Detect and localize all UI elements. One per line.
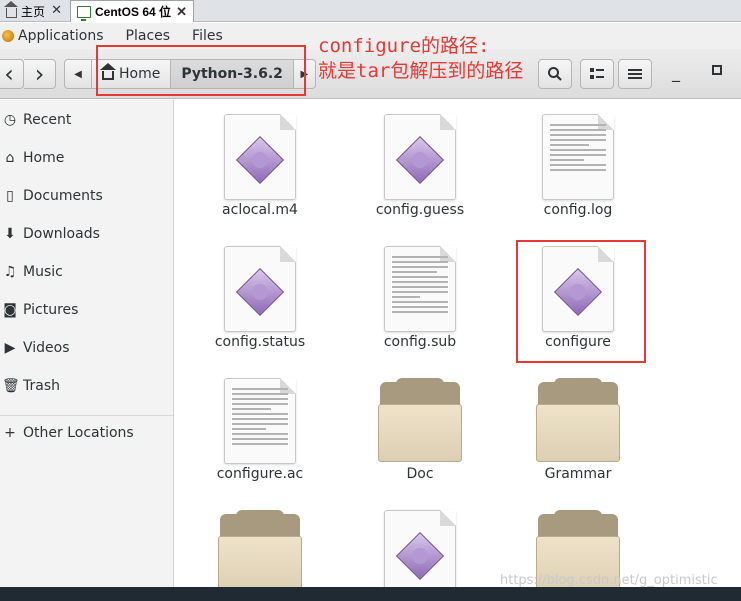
files-menu[interactable]: Files bbox=[192, 28, 223, 44]
annotation-text: configure的路径: 就是tar包解压到的路径 bbox=[318, 34, 523, 84]
sidebar-item-home[interactable]: ⌂ Home bbox=[0, 144, 173, 172]
folder-item[interactable]: Doc bbox=[355, 378, 485, 482]
music-icon: ♫ bbox=[3, 264, 17, 280]
file-item[interactable]: config.status bbox=[195, 246, 325, 350]
script-file-icon bbox=[384, 114, 456, 200]
triangle-left-icon: ◀ bbox=[74, 68, 82, 80]
sidebar-item-downloads[interactable]: ⬇ Downloads bbox=[0, 220, 173, 248]
list-view-icon bbox=[590, 68, 604, 79]
script-file-icon bbox=[224, 114, 296, 200]
file-item[interactable] bbox=[355, 510, 485, 596]
forward-button[interactable]: › bbox=[24, 59, 56, 89]
file-item[interactable]: config.sub bbox=[355, 246, 485, 350]
sidebar-item-music[interactable]: ♫ Music bbox=[0, 258, 173, 286]
sidebar-item-recent[interactable]: ◷ Recent bbox=[0, 106, 173, 134]
minimize-icon: _ bbox=[672, 63, 680, 82]
file-name: config.log bbox=[543, 202, 613, 218]
search-button[interactable] bbox=[538, 59, 572, 89]
home-icon: ⌂ bbox=[5, 150, 15, 166]
text-file-icon bbox=[384, 246, 456, 332]
document-icon: ▯ bbox=[6, 188, 14, 204]
sidebar-item-label: Trash bbox=[23, 378, 60, 394]
plus-icon: + bbox=[4, 425, 16, 441]
folder-name: Doc bbox=[406, 466, 434, 482]
clock-icon: ◷ bbox=[3, 112, 17, 128]
back-button[interactable]: ‹ bbox=[0, 59, 24, 89]
sidebar: ◷ Recent ⌂ Home ▯ Documents ⬇ Downloads … bbox=[0, 100, 174, 587]
file-name: config.status bbox=[214, 334, 306, 350]
menu-button[interactable] bbox=[618, 59, 652, 89]
annotation-box-path bbox=[96, 45, 306, 96]
maximize-button[interactable] bbox=[712, 65, 722, 75]
path-scroll-left-button[interactable]: ◀ bbox=[64, 59, 92, 89]
file-grid: aclocal.m4 config.guess config.log confi… bbox=[175, 100, 741, 596]
close-icon[interactable]: ✕ bbox=[51, 3, 62, 18]
file-name: aclocal.m4 bbox=[222, 202, 298, 218]
sidebar-item-other-locations[interactable]: + Other Locations bbox=[0, 419, 173, 447]
view-toggle-button[interactable] bbox=[580, 59, 614, 89]
sidebar-item-videos[interactable]: ▶ Videos bbox=[0, 334, 173, 362]
annotation-box-configure bbox=[516, 240, 646, 363]
folder-icon bbox=[536, 378, 620, 462]
vm-tab-label: CentOS 64 位 bbox=[95, 5, 172, 19]
file-item[interactable]: config.guess bbox=[355, 114, 485, 218]
file-name: configure.ac bbox=[216, 466, 304, 482]
places-menu[interactable]: Places bbox=[126, 28, 171, 44]
minimize-button[interactable]: _ bbox=[672, 63, 680, 82]
annotation-line-2: 就是tar包解压到的路径 bbox=[318, 60, 524, 82]
sidebar-item-label: Music bbox=[23, 264, 63, 280]
sidebar-item-documents[interactable]: ▯ Documents bbox=[0, 182, 173, 210]
vm-tab-label: 主页 bbox=[21, 4, 46, 19]
file-item[interactable]: aclocal.m4 bbox=[195, 114, 325, 218]
sidebar-item-label: Downloads bbox=[23, 226, 100, 242]
text-file-icon bbox=[542, 114, 614, 200]
annotation-line-1: configure的路径: bbox=[318, 35, 490, 57]
sidebar-item-label: Videos bbox=[23, 340, 70, 356]
sidebar-item-label: Recent bbox=[23, 112, 72, 128]
sidebar-item-trash[interactable]: 🗑︎ Trash bbox=[0, 372, 173, 400]
chevron-right-icon: › bbox=[34, 60, 45, 88]
watermark-text: https://blog.csdn.net/g_optimistic bbox=[500, 573, 718, 588]
vm-tab-home[interactable]: 主页 ✕ bbox=[0, 0, 68, 22]
search-icon bbox=[548, 67, 562, 81]
places-label: Places bbox=[125, 28, 171, 44]
sidebar-divider bbox=[0, 415, 173, 416]
file-item[interactable]: config.log bbox=[513, 114, 643, 218]
camera-icon: ◙ bbox=[3, 302, 17, 318]
script-file-icon bbox=[224, 246, 296, 332]
video-icon: ▶ bbox=[4, 340, 16, 356]
sidebar-item-label: Pictures bbox=[23, 302, 79, 318]
host-taskbar-strip bbox=[0, 587, 741, 601]
file-item[interactable]: configure.ac bbox=[195, 378, 325, 482]
applications-menu[interactable]: Applications bbox=[0, 28, 104, 44]
vm-icon bbox=[77, 5, 91, 21]
file-name: config.guess bbox=[375, 202, 465, 218]
folder-name: Grammar bbox=[544, 466, 612, 482]
folder-icon bbox=[218, 510, 302, 594]
sidebar-item-label: Home bbox=[23, 150, 65, 166]
sidebar-item-pictures[interactable]: ◙ Pictures bbox=[0, 296, 173, 324]
file-name: config.sub bbox=[383, 334, 457, 350]
sidebar-item-label: Documents bbox=[23, 188, 103, 204]
folder-item[interactable]: Grammar bbox=[513, 378, 643, 482]
trash-icon: 🗑︎ bbox=[2, 378, 20, 394]
script-file-icon bbox=[384, 510, 456, 596]
hamburger-icon bbox=[628, 69, 642, 79]
applications-icon bbox=[2, 30, 14, 42]
folder-item[interactable] bbox=[195, 510, 325, 594]
files-label: Files bbox=[192, 28, 223, 44]
vm-tab-centos[interactable]: CentOS 64 位 ✕ bbox=[70, 0, 194, 22]
applications-label: Applications bbox=[18, 28, 104, 44]
close-icon[interactable]: ✕ bbox=[176, 4, 187, 20]
sidebar-item-label: Other Locations bbox=[23, 425, 134, 441]
download-icon: ⬇ bbox=[4, 226, 16, 242]
text-file-icon bbox=[224, 378, 296, 464]
home-icon bbox=[4, 1, 18, 18]
chevron-left-icon: ‹ bbox=[4, 60, 14, 88]
folder-icon bbox=[378, 378, 462, 462]
vm-tab-strip: 主页 ✕ CentOS 64 位 ✕ bbox=[0, 0, 741, 22]
